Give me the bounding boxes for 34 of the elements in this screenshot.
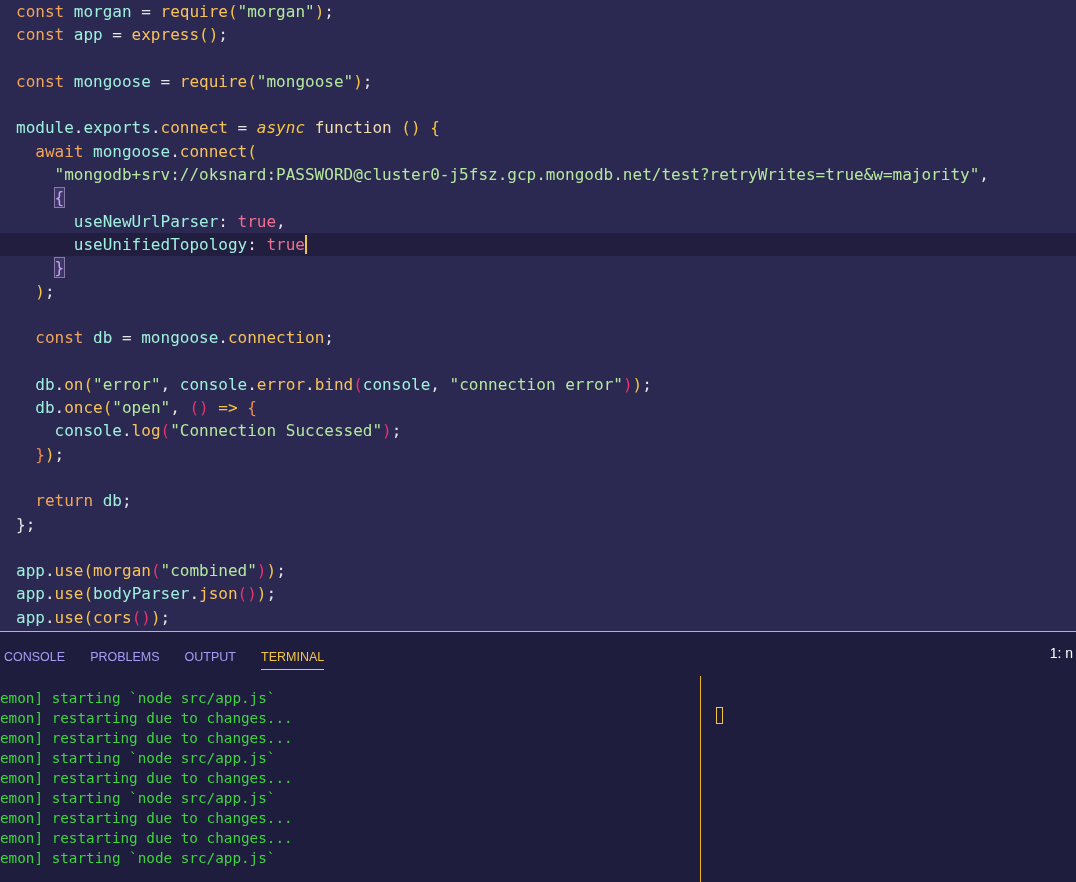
code-line: const db = mongoose.connection; <box>34 327 335 350</box>
code-line: console.log("Connection Successed"); <box>53 420 403 443</box>
code-line: await mongoose.connect( <box>34 140 258 163</box>
code-line: }); <box>34 443 66 466</box>
text-cursor <box>305 235 307 255</box>
code-line: db.on("error", console.error.bind(console, "connection error")); <box>34 373 653 396</box>
code-line: module.exports.connect = async function () { <box>15 117 441 140</box>
code-line: app.use(cors()); <box>15 606 172 629</box>
terminal-line: emon] starting `node src/app.js` <box>0 789 277 808</box>
code-line: "mongodb+srv://oksnard:PASSWORD@cluster0-j5fsz.gcp.mongodb.net/test?retryWrites=true&w=majority", <box>53 164 990 187</box>
terminal-line: emon] restarting due to changes... <box>0 709 294 728</box>
terminal-line: emon] restarting due to changes... <box>0 829 294 848</box>
code-line: return db; <box>34 490 133 513</box>
terminal-line: emon] starting `node src/app.js` <box>0 749 277 768</box>
code-line: ); <box>34 280 56 303</box>
terminal-line: emon] restarting due to changes... <box>0 769 294 788</box>
code-line: app.use(morgan("combined")); <box>15 560 287 583</box>
code-line: const morgan = require("morgan"); <box>15 1 335 23</box>
terminal-line: emon] starting `node src/app.js` <box>0 689 277 708</box>
panel-tab[interactable]: CONSOLE <box>4 644 66 670</box>
terminal-line: emon] restarting due to changes... <box>0 729 294 748</box>
terminal-line: emon] starting `node src/app.js` <box>0 849 277 868</box>
terminal-selector[interactable]: 1: n <box>1049 645 1073 661</box>
panel-tab[interactable]: PROBLEMS <box>90 644 160 670</box>
code-line: const mongoose = require("mongoose"); <box>15 70 374 93</box>
code-line: }; <box>15 513 37 536</box>
code-line: const app = express(); <box>15 24 229 47</box>
terminal-cursor <box>716 707 723 724</box>
code-line: db.once("open", () => { <box>34 397 258 420</box>
terminal-line: emon] restarting due to changes... <box>0 809 294 828</box>
code-line: useNewUrlParser: true, <box>72 210 287 233</box>
panel-tab[interactable]: TERMINAL <box>261 644 325 670</box>
code-line: app.use(bodyParser.json()); <box>15 583 278 606</box>
panel-tab[interactable]: OUTPUT <box>184 644 236 670</box>
